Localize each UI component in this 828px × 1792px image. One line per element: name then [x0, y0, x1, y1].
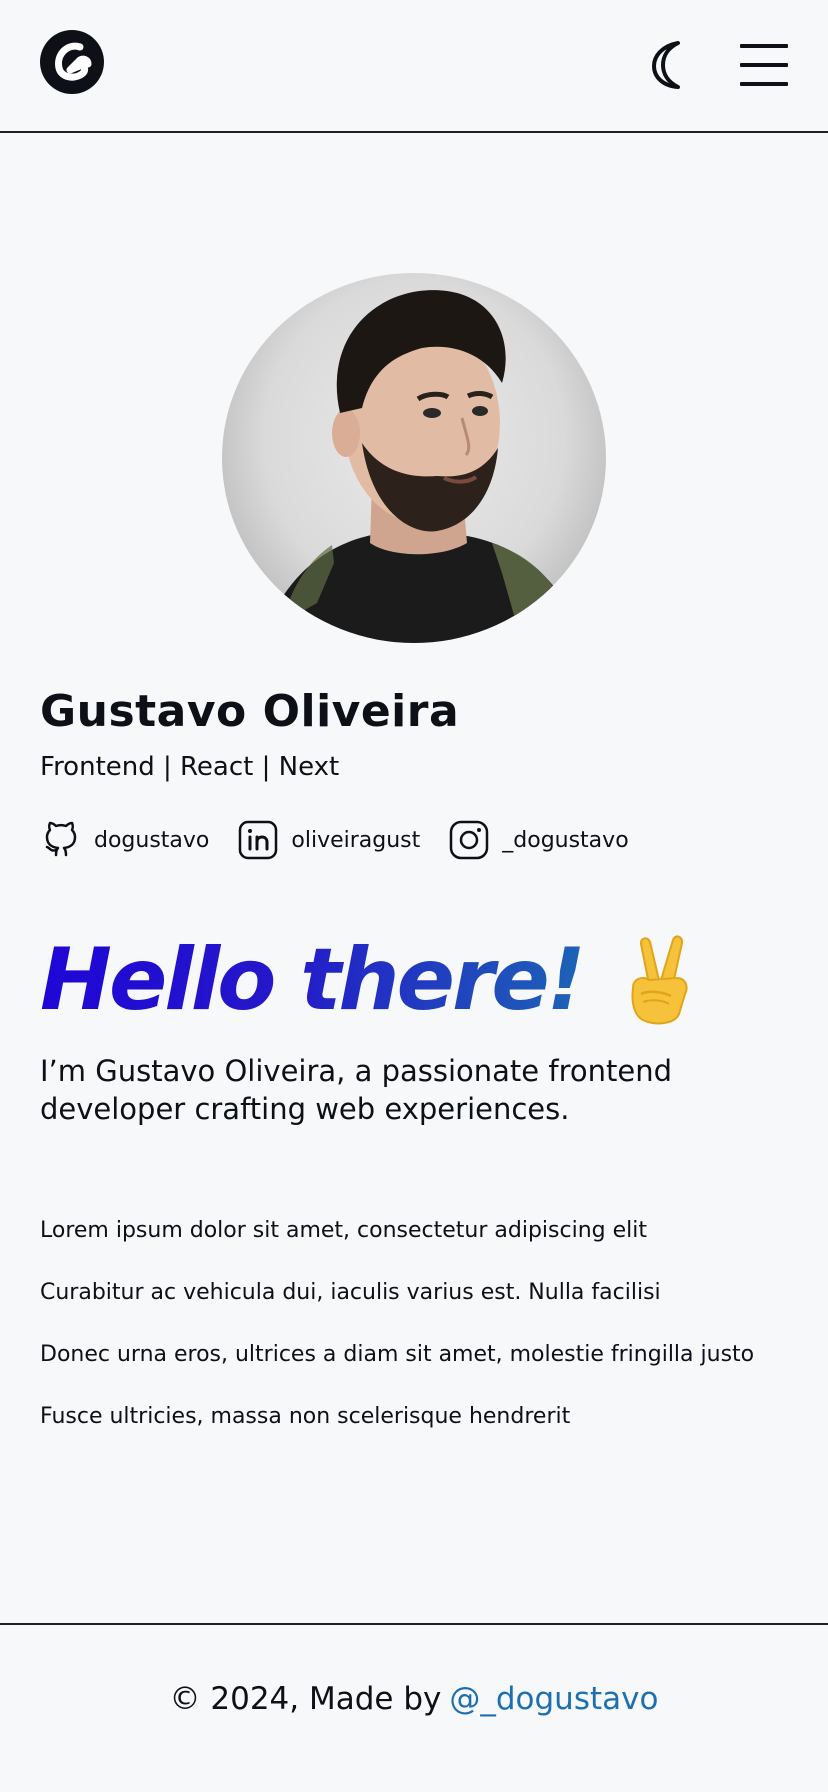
site-header — [0, 0, 828, 133]
hamburger-line — [740, 82, 788, 86]
github-icon — [45, 821, 77, 857]
instagram-handle: _dogustavo — [502, 827, 629, 853]
hero-greeting: Hello there! — [40, 930, 699, 1030]
linkedin-handle: oliveiragust — [291, 827, 421, 853]
github-handle: dogustavo — [94, 827, 210, 853]
list-item: Donec urna eros, ultrices a diam sit ame… — [40, 1342, 755, 1367]
greeting-text: Hello there! — [40, 930, 586, 1030]
footer-prefix: © 2024, Made by — [169, 1681, 442, 1717]
social-links: dogustavo oliveiragust _dogustavo — [40, 816, 657, 864]
hamburger-menu-button[interactable] — [740, 42, 788, 88]
theme-toggle-button[interactable] — [648, 40, 692, 90]
footer-author-link[interactable]: @_dogustavo — [449, 1681, 658, 1717]
profile-name: Gustavo Oliveira — [40, 686, 460, 737]
hamburger-line — [740, 63, 788, 67]
logo[interactable] — [40, 30, 104, 94]
instagram-icon — [450, 820, 489, 860]
hero-intro: I’m Gustavo Oliveira, a passionate front… — [40, 1054, 672, 1126]
list-item: Curabitur ac vehicula dui, iaculis variu… — [40, 1280, 661, 1305]
footer-credit: © 2024, Made by @_dogustavo — [0, 1681, 828, 1717]
instagram-link[interactable]: _dogustavo — [448, 819, 629, 861]
linkedin-icon — [239, 820, 278, 860]
info-list: Lorem ipsum dolor sit amet, consectetur … — [40, 1212, 800, 1460]
hamburger-line — [740, 44, 788, 48]
list-item: Fusce ultricies, massa non scelerisque h… — [40, 1404, 571, 1429]
linkedin-link[interactable]: oliveiragust — [237, 819, 420, 861]
person-portrait-illustration — [262, 290, 582, 643]
moon-icon — [652, 41, 680, 89]
github-link[interactable]: dogustavo — [40, 819, 209, 861]
site-footer: © 2024, Made by @_dogustavo — [0, 1623, 828, 1792]
g-logo-icon — [55, 42, 92, 81]
profile-avatar — [222, 273, 606, 643]
list-item: Lorem ipsum dolor sit amet, consectetur … — [40, 1218, 647, 1243]
profile-role: Frontend | React | Next — [40, 752, 340, 782]
victory-hand-emoji — [631, 935, 688, 1025]
